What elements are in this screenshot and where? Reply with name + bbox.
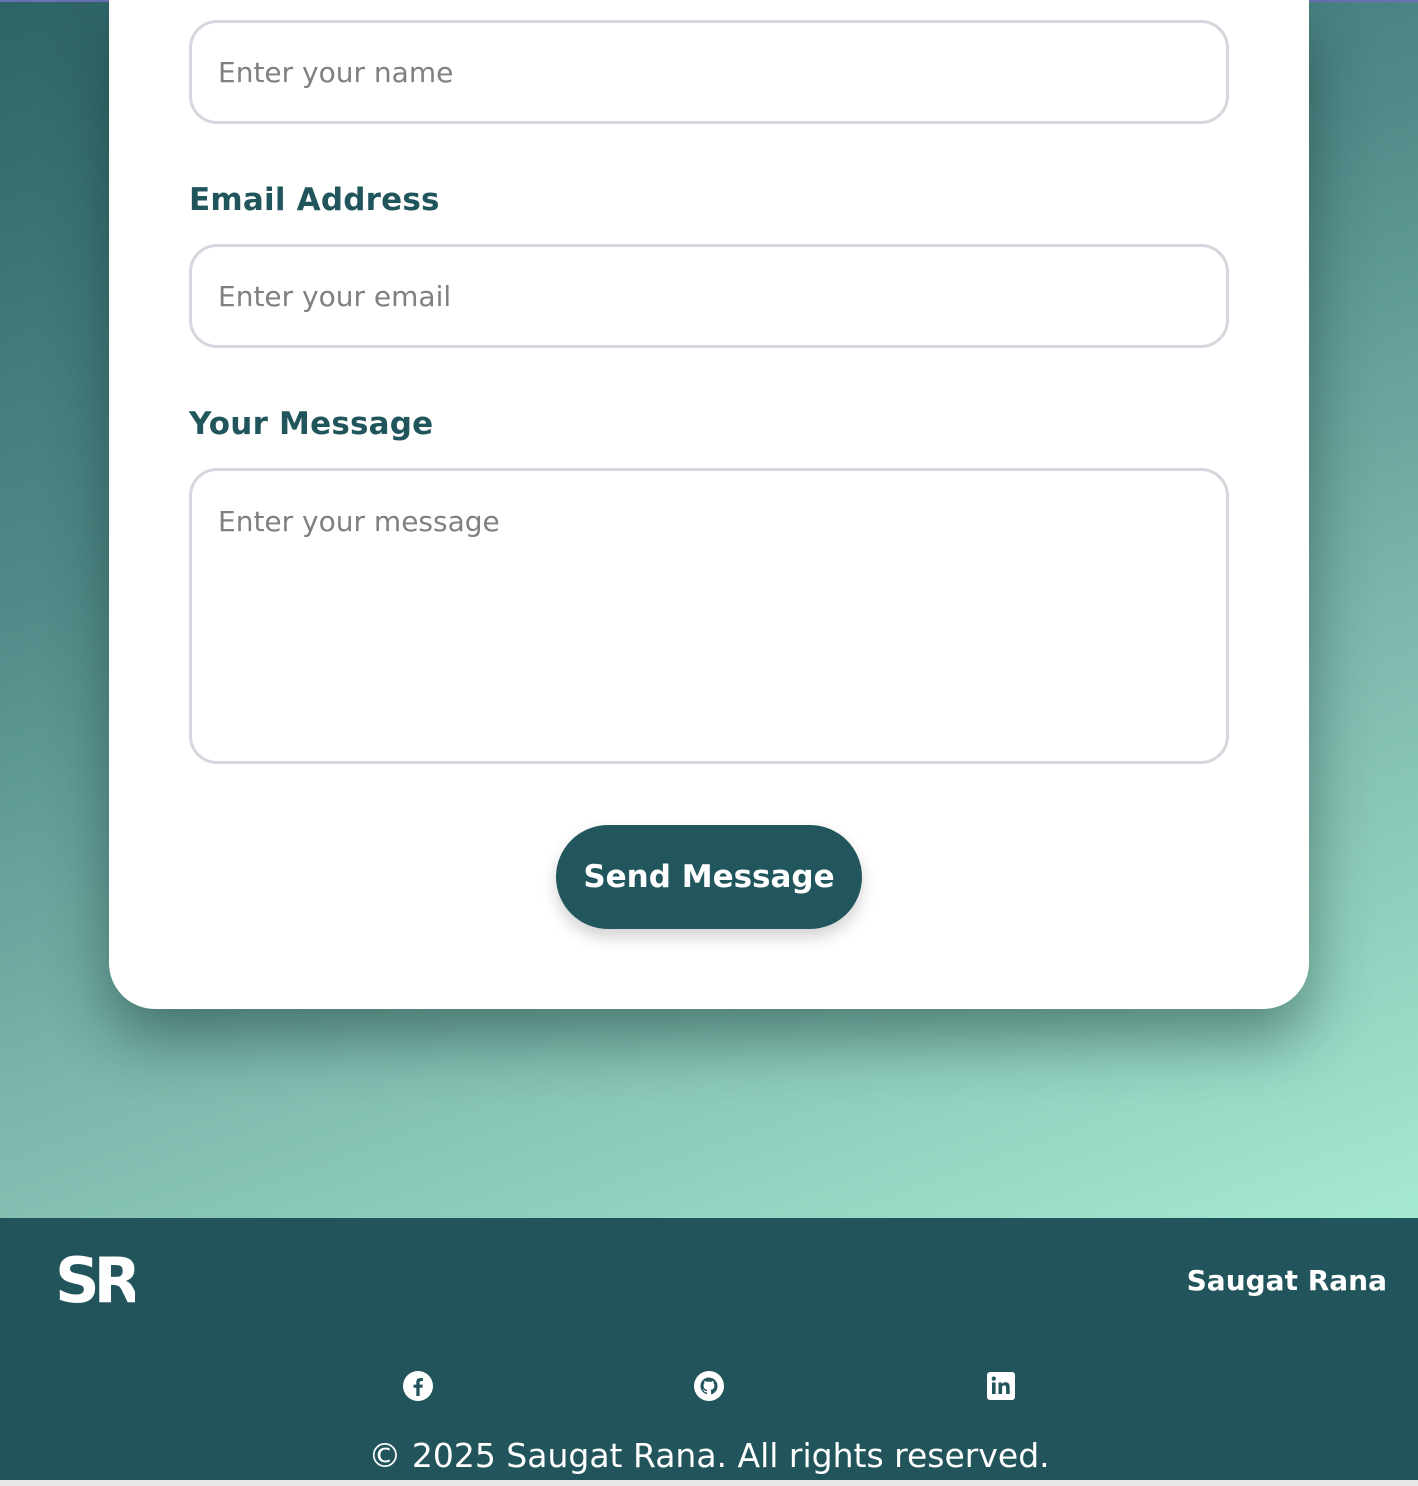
facebook-icon bbox=[403, 1371, 433, 1401]
sr-logo[interactable]: SR bbox=[55, 1248, 135, 1308]
site-footer: SR Saugat Rana © 2025 Saugat Rana. All r… bbox=[0, 1218, 1418, 1480]
github-icon bbox=[694, 1371, 724, 1401]
copyright-text: © 2025 Saugat Rana. All rights reserved. bbox=[368, 1436, 1050, 1475]
github-link[interactable] bbox=[691, 1368, 727, 1404]
linkedin-link[interactable] bbox=[983, 1368, 1019, 1404]
name-field[interactable] bbox=[189, 20, 1229, 124]
footer-owner-name: Saugat Rana bbox=[1186, 1264, 1387, 1297]
send-message-button[interactable]: Send Message bbox=[556, 825, 862, 929]
message-label: Your Message bbox=[189, 406, 434, 442]
facebook-link[interactable] bbox=[400, 1368, 436, 1404]
window-bottom-edge bbox=[0, 1480, 1418, 1486]
contact-form-card: Email Address Your Message Send Message bbox=[109, 0, 1309, 1009]
logo-text: SR bbox=[55, 1248, 135, 1308]
message-field[interactable] bbox=[189, 468, 1229, 764]
email-label: Email Address bbox=[189, 182, 440, 218]
linkedin-icon bbox=[987, 1372, 1015, 1400]
email-field[interactable] bbox=[189, 244, 1229, 348]
